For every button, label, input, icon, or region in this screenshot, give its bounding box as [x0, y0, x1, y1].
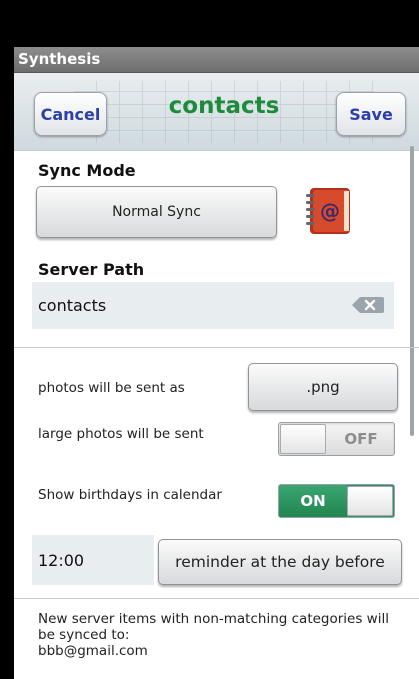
server-path-label: Server Path	[38, 260, 145, 279]
birthdays-label: Show birthdays in calendar	[38, 487, 222, 503]
section-divider	[14, 598, 419, 599]
section-divider	[14, 347, 419, 348]
category-sync-text: New server items with non-matching categ…	[38, 611, 389, 643]
app-title: Synthesis	[18, 50, 101, 68]
svg-text:@: @	[320, 199, 340, 223]
toggle-knob	[347, 486, 393, 516]
app-titlebar: Synthesis	[14, 47, 419, 73]
category-sync-info: New server items with non-matching categ…	[38, 611, 403, 659]
sync-mode-button[interactable]: Normal Sync	[36, 186, 277, 238]
screen-edge	[0, 73, 14, 679]
large-photos-label: large photos will be sent	[38, 426, 204, 442]
reminder-time-field[interactable]: 12:00	[32, 535, 154, 585]
addressbook-icon: @	[306, 188, 350, 234]
clear-text-icon[interactable]	[352, 296, 384, 314]
large-photos-toggle[interactable]: OFF	[278, 422, 395, 456]
status-bar	[0, 0, 419, 47]
server-path-value: contacts	[38, 296, 107, 315]
photo-format-label: photos will be sent as	[38, 380, 185, 396]
page-title: contacts	[168, 93, 280, 119]
server-path-input[interactable]: contacts	[32, 282, 394, 329]
app-window: Cancel contacts Save Sync Mode Normal Sy…	[14, 73, 419, 679]
cancel-button[interactable]: Cancel	[34, 92, 107, 136]
category-sync-target: bbb@gmail.com	[38, 643, 148, 659]
birthdays-toggle[interactable]: ON	[278, 484, 395, 518]
save-button[interactable]: Save	[336, 92, 406, 136]
toggle-state-text: ON	[279, 485, 347, 517]
photo-format-button[interactable]: .png	[248, 363, 398, 411]
header: Cancel contacts Save	[14, 73, 419, 151]
sync-mode-label: Sync Mode	[38, 161, 136, 180]
reminder-button[interactable]: reminder at the day before	[158, 539, 402, 585]
toggle-state-text: OFF	[344, 430, 378, 448]
scrollbar[interactable]	[410, 146, 414, 436]
toggle-knob	[280, 424, 326, 454]
reminder-time-value: 12:00	[38, 550, 85, 570]
